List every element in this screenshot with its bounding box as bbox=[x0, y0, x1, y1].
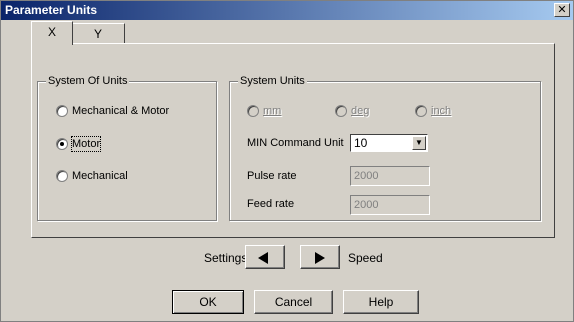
tab-y-label: Y bbox=[93, 27, 102, 41]
settings-label: Settings bbox=[204, 251, 248, 265]
radio-inch-label: inch bbox=[431, 105, 452, 117]
help-button-label: Help bbox=[368, 295, 394, 309]
feed-rate-label: Feed rate bbox=[247, 198, 295, 210]
dialog-title: Parameter Units bbox=[5, 3, 98, 17]
radio-motor-button[interactable] bbox=[56, 138, 68, 150]
help-button[interactable]: Help bbox=[343, 290, 419, 314]
title-bar[interactable]: Parameter Units ✕ bbox=[1, 1, 573, 20]
radio-mm-label: mm bbox=[263, 105, 282, 117]
cancel-button-label: Cancel bbox=[274, 295, 313, 309]
ok-button-label: OK bbox=[199, 295, 217, 309]
cancel-button[interactable]: Cancel bbox=[254, 290, 333, 314]
radio-mechanical-button[interactable] bbox=[56, 170, 68, 182]
close-icon: ✕ bbox=[557, 4, 567, 16]
min-command-unit-value: 10 bbox=[354, 136, 368, 150]
radio-deg-button[interactable] bbox=[335, 105, 347, 117]
left-arrow-icon bbox=[258, 252, 268, 264]
system-of-units-group: System Of Units bbox=[37, 74, 217, 221]
ok-button[interactable]: OK bbox=[172, 290, 244, 314]
radio-mechanical-motor-button[interactable] bbox=[56, 105, 68, 117]
min-command-unit-label: MIN Command Unit bbox=[247, 137, 344, 149]
system-of-units-label: System Of Units bbox=[46, 74, 130, 88]
min-command-unit-select[interactable]: 10 ▼ bbox=[350, 134, 428, 152]
radio-mechanical-motor-label: Mechanical & Motor bbox=[72, 105, 170, 117]
radio-mm-button[interactable] bbox=[247, 105, 259, 117]
radio-mechanical-label: Mechanical bbox=[72, 170, 128, 182]
radio-motor-label: Motor bbox=[70, 136, 102, 152]
previous-button[interactable] bbox=[245, 245, 285, 269]
tab-x[interactable]: X bbox=[31, 21, 73, 45]
parameter-units-dialog: Parameter Units ✕ X Y System Of Units Me… bbox=[0, 0, 574, 322]
close-button[interactable]: ✕ bbox=[554, 3, 570, 17]
system-units-label: System Units bbox=[238, 74, 307, 88]
tab-x-label: X bbox=[47, 25, 56, 39]
feed-rate-field[interactable]: 2000 bbox=[350, 195, 430, 215]
dropdown-arrow-icon[interactable]: ▼ bbox=[412, 136, 426, 150]
right-arrow-icon bbox=[315, 252, 325, 264]
radio-deg-label: deg bbox=[351, 105, 370, 117]
speed-label: Speed bbox=[348, 251, 383, 265]
radio-inch-button[interactable] bbox=[415, 105, 427, 117]
tab-y[interactable]: Y bbox=[71, 23, 125, 44]
pulse-rate-field[interactable]: 2000 bbox=[350, 166, 430, 186]
pulse-rate-label: Pulse rate bbox=[247, 170, 297, 182]
next-button[interactable] bbox=[300, 245, 340, 269]
